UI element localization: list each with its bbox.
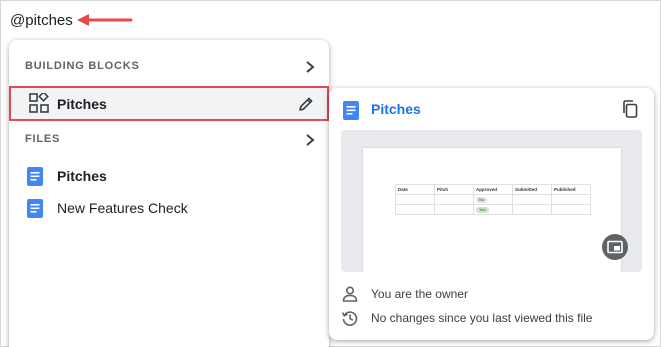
file-label: New Features Check [57, 200, 188, 216]
owner-text: You are the owner [371, 287, 468, 301]
building-blocks-icon [29, 93, 49, 113]
doc-icon [343, 101, 359, 120]
building-block-item-pitches[interactable]: Pitches [9, 86, 329, 121]
mention-text[interactable]: @pitches [10, 12, 73, 29]
edit-pencil-icon[interactable] [297, 95, 315, 113]
file-item-new-features-check[interactable]: New Features Check [9, 193, 329, 223]
status-chip: No [476, 196, 488, 203]
history-icon [341, 311, 358, 326]
copy-icon[interactable] [622, 100, 638, 118]
file-label: Pitches [57, 168, 107, 184]
picture-in-picture-icon [607, 240, 623, 254]
file-preview-card: Pitches Date Pitch Approved Submitted Pu… [329, 88, 654, 340]
history-text: No changes since you last viewed this fi… [371, 311, 593, 325]
mention-dropdown: BUILDING BLOCKS Pitches FILES Pitches Ne… [9, 40, 329, 347]
doc-icon [27, 167, 43, 186]
thumbnail-column-header: Submitted [512, 184, 552, 195]
thumbnail-column-header: Published [551, 184, 591, 195]
chevron-right-icon[interactable] [303, 132, 317, 148]
person-icon [342, 286, 358, 302]
file-item-pitches[interactable]: Pitches [9, 161, 329, 191]
status-chip: Yes [476, 206, 489, 213]
chevron-right-icon[interactable] [303, 59, 317, 75]
doc-icon [27, 199, 43, 218]
building-blocks-title: BUILDING BLOCKS [25, 60, 140, 72]
thumbnail-column-header: Approved [473, 184, 513, 195]
files-section-header[interactable]: FILES [9, 128, 329, 152]
owner-info-row: You are the owner [341, 283, 641, 305]
thumbnail-page: Date Pitch Approved Submitted Published … [363, 148, 621, 272]
building-block-label: Pitches [57, 96, 107, 112]
thumbnail-column-header: Pitch [434, 184, 474, 195]
history-info-row: No changes since you last viewed this fi… [341, 307, 641, 329]
callout-arrow-icon [77, 14, 133, 26]
thumbnail-table: Date Pitch Approved Submitted Published … [395, 184, 591, 215]
picture-in-picture-button[interactable] [602, 234, 628, 260]
document-thumbnail[interactable]: Date Pitch Approved Submitted Published … [341, 130, 642, 272]
files-title: FILES [25, 133, 61, 145]
building-blocks-section-header[interactable]: BUILDING BLOCKS [9, 55, 329, 79]
thumbnail-column-header: Date [395, 184, 435, 195]
preview-title[interactable]: Pitches [371, 101, 421, 117]
